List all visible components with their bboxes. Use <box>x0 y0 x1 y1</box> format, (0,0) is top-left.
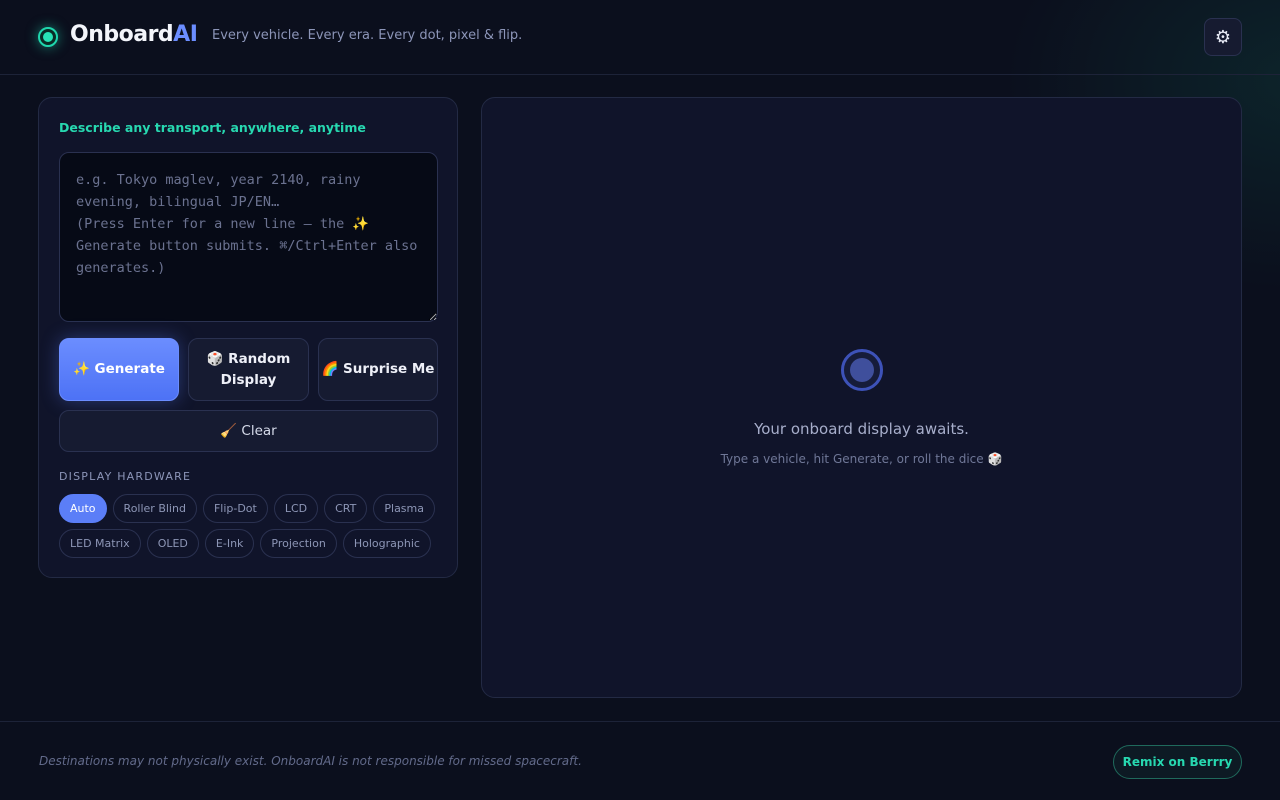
empty-state-icon <box>841 349 883 391</box>
chip-crt[interactable]: CRT <box>324 494 368 523</box>
tagline: Every vehicle. Every era. Every dot, pix… <box>212 28 523 43</box>
chip-oled[interactable]: OLED <box>146 529 199 558</box>
chip-auto[interactable]: Auto <box>59 494 107 523</box>
chip-e-ink[interactable]: E-Ink <box>204 529 255 558</box>
remix-button[interactable]: Remix on Berrry <box>1113 745 1242 779</box>
logo-icon <box>38 27 58 47</box>
random-display-button[interactable]: 🎲 Random Display <box>188 338 309 401</box>
hardware-chips-row-1: Auto Roller Blind Flip-Dot LCD CRT Plasm… <box>59 494 435 523</box>
brand-main: Onboard <box>70 22 174 47</box>
surprise-me-button[interactable]: 🌈 Surprise Me <box>318 338 438 401</box>
gear-icon: ⚙ <box>1214 26 1232 48</box>
chip-holographic[interactable]: Holographic <box>342 529 431 558</box>
hardware-chips-row-2: LED Matrix OLED E-Ink Projection Hologra… <box>59 529 431 558</box>
settings-button[interactable]: ⚙ <box>1204 18 1242 56</box>
chip-lcd[interactable]: LCD <box>273 494 319 523</box>
composer-panel: Describe any transport, anywhere, anytim… <box>38 97 458 578</box>
chip-roller-blind[interactable]: Roller Blind <box>112 494 197 523</box>
empty-state-title: Your onboard display awaits. <box>754 420 969 438</box>
display-preview-panel: Your onboard display awaits. Type a vehi… <box>481 97 1242 698</box>
clear-button[interactable]: 🧹 Clear <box>59 410 438 452</box>
chip-flip-dot[interactable]: Flip-Dot <box>202 494 268 523</box>
generate-button[interactable]: ✨ Generate <box>59 338 179 401</box>
app-footer: Destinations may not physically exist. O… <box>0 721 1280 800</box>
prompt-input[interactable] <box>59 152 438 322</box>
chip-plasma[interactable]: Plasma <box>373 494 435 523</box>
app-header: OnboardAI Every vehicle. Every era. Ever… <box>0 0 1280 75</box>
chip-led-matrix[interactable]: LED Matrix <box>59 529 141 558</box>
chip-projection[interactable]: Projection <box>260 529 337 558</box>
composer-title: Describe any transport, anywhere, anytim… <box>59 120 366 135</box>
empty-state-subtitle: Type a vehicle, hit Generate, or roll th… <box>720 452 1003 466</box>
footer-disclaimer: Destinations may not physically exist. O… <box>39 754 582 768</box>
brand-title: OnboardAI <box>70 22 198 47</box>
display-hardware-label: DISPLAY HARDWARE <box>59 470 192 483</box>
brand-accent: AI <box>173 22 198 47</box>
